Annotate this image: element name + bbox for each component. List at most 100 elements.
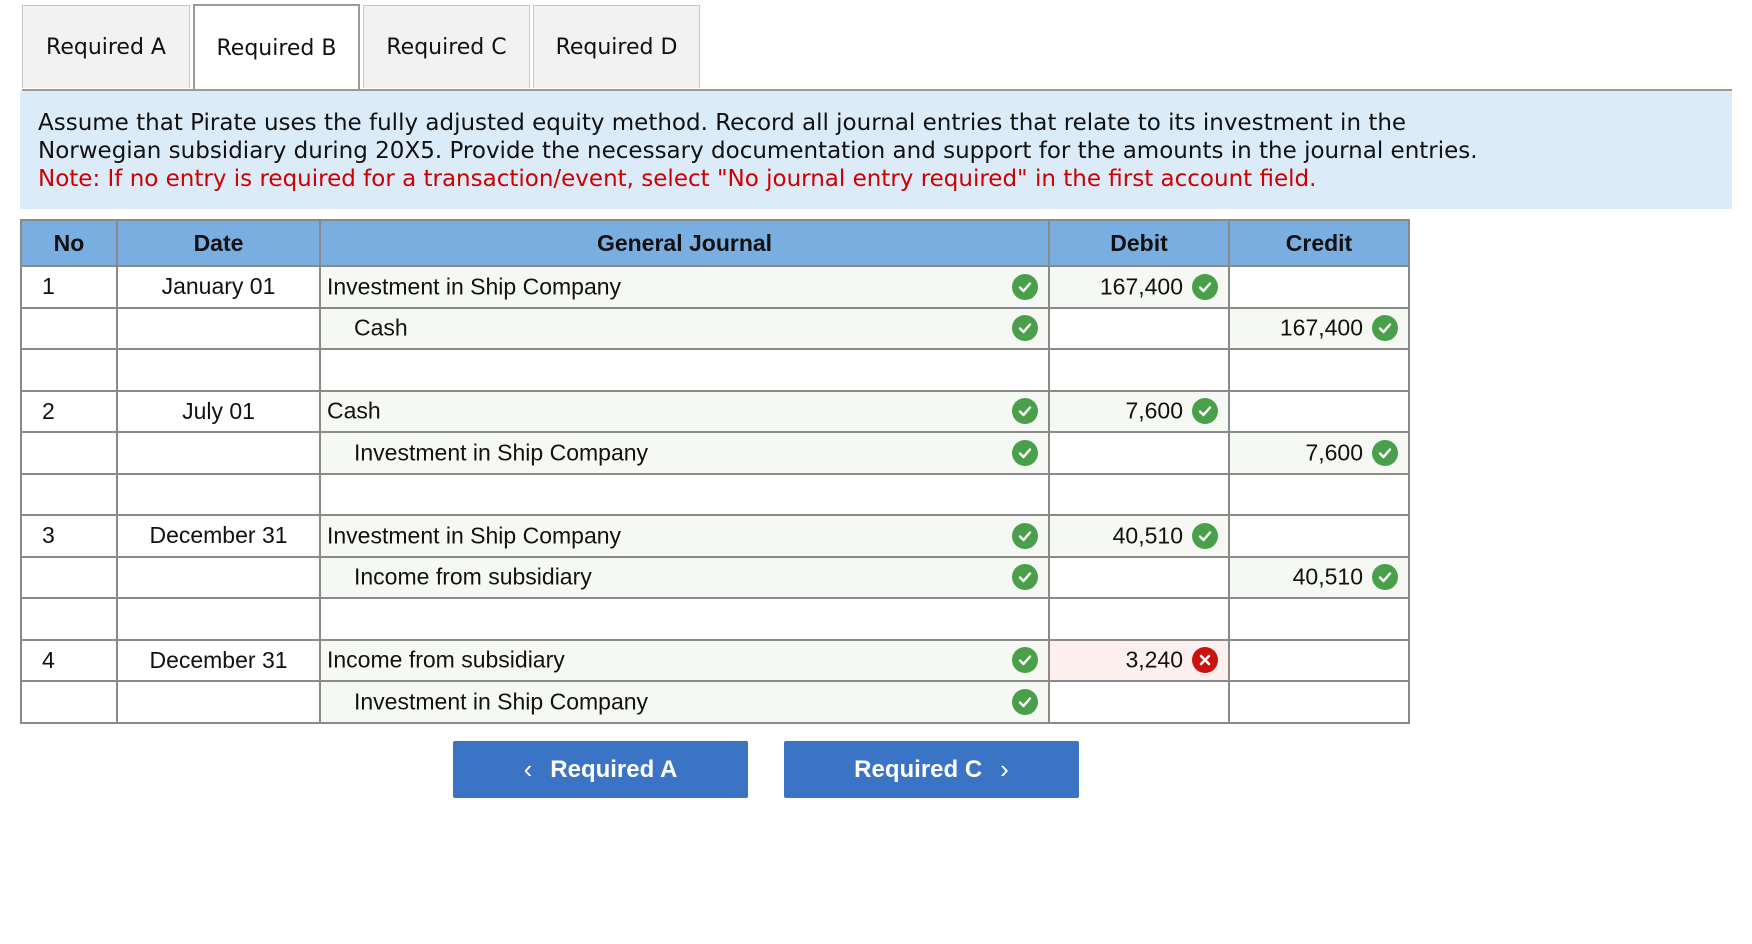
general-journal-table: No Date General Journal Debit Credit 1 Ja… [20, 219, 1410, 724]
date-cell[interactable] [116, 680, 321, 724]
journal-row [20, 597, 1410, 641]
credit-field[interactable] [1228, 514, 1410, 558]
tab-required-a[interactable]: Required A [22, 5, 190, 88]
header-credit: Credit [1228, 219, 1410, 267]
date-cell[interactable]: December 31 [116, 514, 321, 558]
prev-required-a-button[interactable]: ‹ Required A [453, 741, 748, 798]
date-cell[interactable] [116, 597, 321, 641]
date-cell[interactable] [116, 555, 321, 599]
next-required-c-button[interactable]: Required C › [784, 741, 1079, 798]
entry-number-cell [20, 680, 118, 724]
debit-field[interactable] [1048, 680, 1230, 724]
account-field[interactable]: Investment in Ship Company [319, 680, 1050, 724]
credit-field[interactable]: 40,510 [1228, 555, 1410, 599]
account-field[interactable] [319, 348, 1050, 392]
credit-amount: 7,600 [1305, 439, 1363, 466]
date-cell[interactable]: January 01 [116, 265, 321, 309]
check-icon [1372, 315, 1398, 342]
credit-field[interactable] [1228, 472, 1410, 516]
debit-field[interactable] [1048, 431, 1230, 475]
entry-number-cell [20, 597, 118, 641]
entry-number-cell [20, 306, 118, 350]
credit-field[interactable] [1228, 265, 1410, 309]
account-name: Investment in Ship Company [354, 439, 649, 466]
account-name: Investment in Ship Company [327, 273, 622, 300]
journal-row: 4 December 31 Income from subsidiary 3,240 [20, 638, 1410, 682]
journal-row [20, 348, 1410, 392]
instructions-line-1: Assume that Pirate uses the fully adjust… [38, 110, 1407, 136]
date-cell[interactable] [116, 306, 321, 350]
journal-row: Cash 167,400 [20, 306, 1410, 350]
date-cell[interactable] [116, 431, 321, 475]
account-field[interactable] [319, 472, 1050, 516]
credit-amount: 167,400 [1279, 314, 1363, 341]
date-cell[interactable] [116, 348, 321, 392]
debit-field[interactable] [1048, 348, 1230, 392]
check-icon [1012, 398, 1038, 425]
check-icon [1012, 522, 1038, 549]
header-date: Date [116, 219, 321, 267]
entry-number-cell: 2 [20, 389, 118, 433]
date-cell[interactable]: December 31 [116, 638, 321, 682]
debit-amount: 3,240 [1125, 646, 1183, 673]
debit-amount: 40,510 [1112, 522, 1183, 549]
check-icon [1372, 439, 1398, 466]
account-field[interactable]: Investment in Ship Company [319, 514, 1050, 558]
debit-field[interactable]: 167,400 [1048, 265, 1230, 309]
account-name: Income from subsidiary [327, 646, 565, 673]
account-field[interactable]: Cash [319, 306, 1050, 350]
tab-required-c[interactable]: Required C [363, 5, 530, 88]
chevron-right-icon: › [1000, 754, 1009, 784]
account-name: Cash [327, 397, 381, 424]
account-field[interactable]: Income from subsidiary [319, 638, 1050, 682]
credit-field[interactable]: 7,600 [1228, 431, 1410, 475]
check-icon [1012, 647, 1038, 674]
entry-number-cell: 3 [20, 514, 118, 558]
debit-amount: 7,600 [1125, 397, 1183, 424]
tab-required-d[interactable]: Required D [533, 5, 700, 88]
check-icon [1012, 273, 1038, 300]
debit-field[interactable] [1048, 472, 1230, 516]
credit-field[interactable] [1228, 597, 1410, 641]
account-field[interactable]: Investment in Ship Company [319, 265, 1050, 309]
account-name: Cash [354, 314, 408, 341]
check-icon [1012, 688, 1038, 715]
credit-field[interactable] [1228, 680, 1410, 724]
account-name: Investment in Ship Company [327, 522, 622, 549]
debit-amount: 167,400 [1099, 273, 1183, 300]
account-field[interactable]: Cash [319, 389, 1050, 433]
check-icon [1012, 564, 1038, 591]
debit-field[interactable]: 7,600 [1048, 389, 1230, 433]
entry-number-cell [20, 555, 118, 599]
entry-number-cell: 4 [20, 638, 118, 682]
tab-required-b[interactable]: Required B [193, 4, 360, 90]
journal-row: 2 July 01 Cash 7,600 [20, 389, 1410, 433]
credit-field[interactable] [1228, 389, 1410, 433]
debit-field[interactable]: 40,510 [1048, 514, 1230, 558]
prev-button-label: Required A [550, 755, 678, 783]
debit-field[interactable]: 3,240 [1048, 638, 1230, 682]
credit-field[interactable]: 167,400 [1228, 306, 1410, 350]
check-icon [1192, 273, 1218, 300]
journal-row: 1 January 01 Investment in Ship Company 167… [20, 265, 1410, 309]
credit-field[interactable] [1228, 348, 1410, 392]
journal-body: 1 January 01 Investment in Ship Company 167… [20, 265, 1410, 724]
credit-field[interactable] [1228, 638, 1410, 682]
entry-number-cell [20, 348, 118, 392]
check-icon [1372, 564, 1398, 591]
debit-field[interactable] [1048, 555, 1230, 599]
error-x-icon [1192, 647, 1218, 674]
date-cell[interactable]: July 01 [116, 389, 321, 433]
account-field[interactable]: Investment in Ship Company [319, 431, 1050, 475]
instructions-panel: Assume that Pirate uses the fully adjust… [20, 91, 1732, 209]
debit-field[interactable] [1048, 597, 1230, 641]
journal-header-row: No Date General Journal Debit Credit [20, 219, 1410, 267]
account-field[interactable]: Income from subsidiary [319, 555, 1050, 599]
next-button-label: Required C [854, 755, 983, 783]
instructions-line-2: Norwegian subsidiary during 20X5. Provid… [38, 138, 1478, 164]
date-cell[interactable] [116, 472, 321, 516]
account-field[interactable] [319, 597, 1050, 641]
journal-row [20, 472, 1410, 516]
check-icon [1012, 315, 1038, 342]
debit-field[interactable] [1048, 306, 1230, 350]
